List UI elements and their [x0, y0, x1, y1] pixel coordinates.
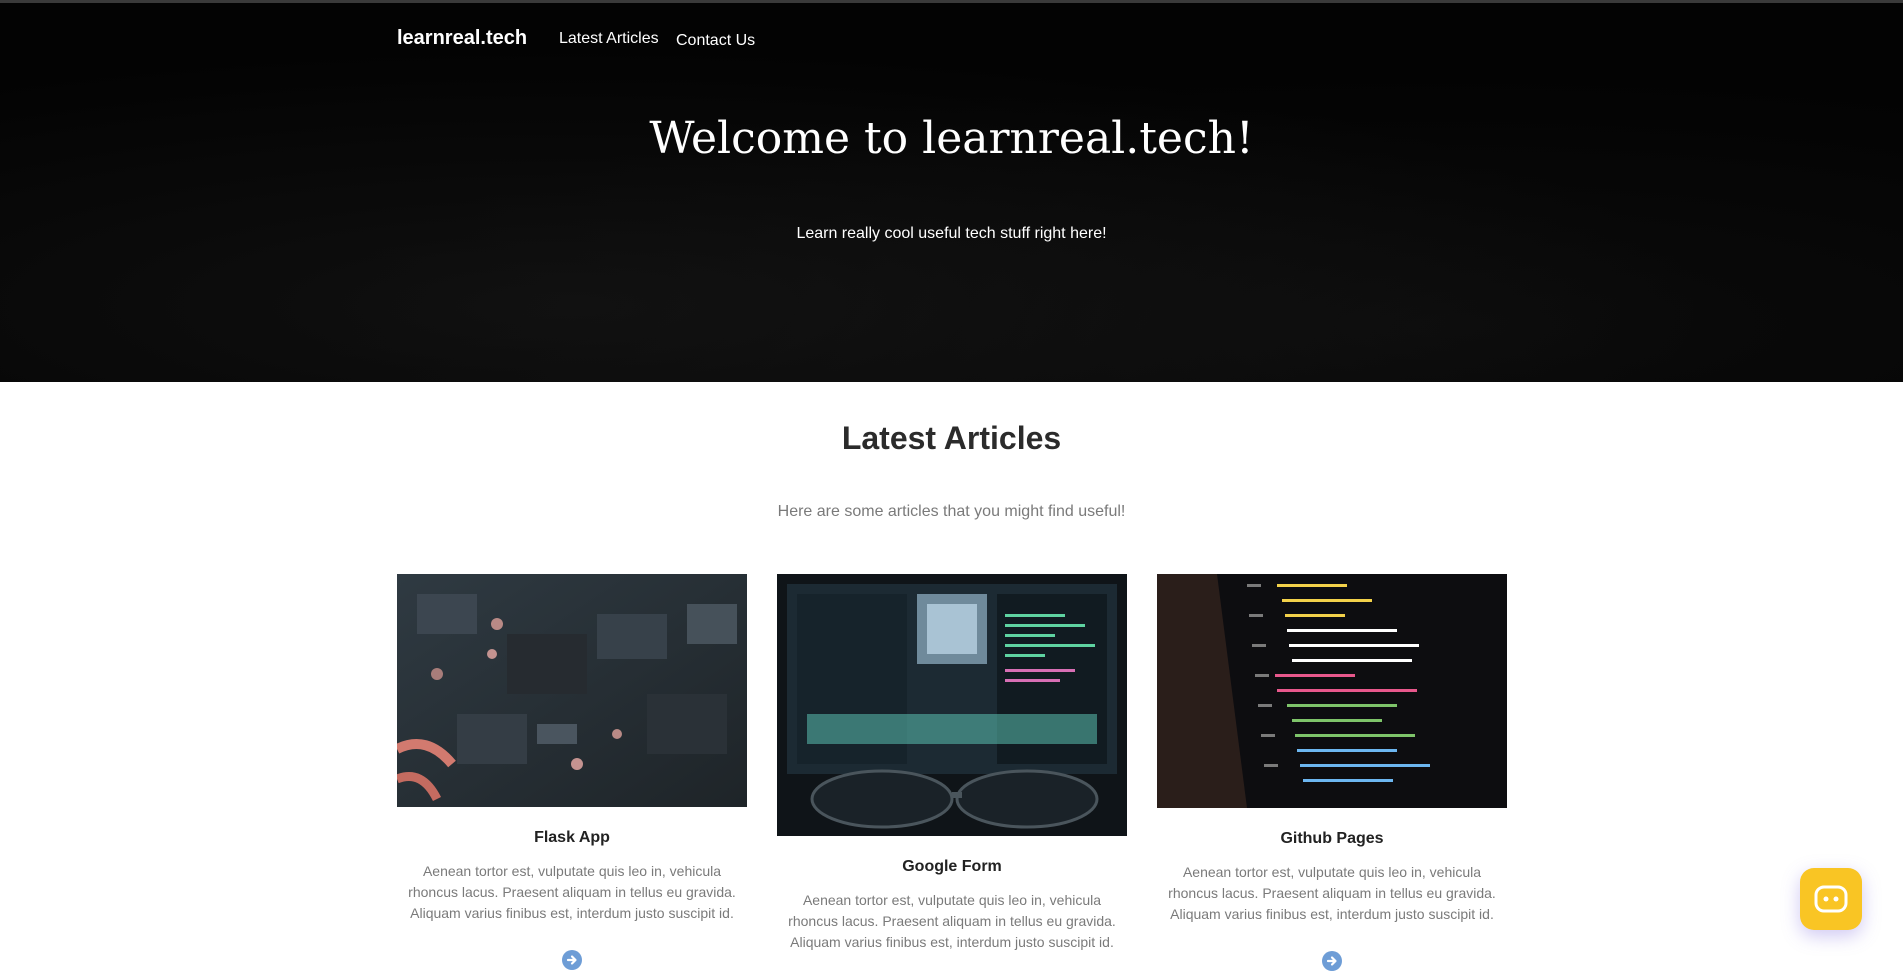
monitor-with-glasses-image[interactable] [777, 574, 1127, 836]
section-subtitle: Here are some articles that you might fi… [777, 503, 1126, 520]
chat-widget-button[interactable] [1800, 868, 1862, 930]
card-text: Aenean tortor est, vulputate quis leo in… [408, 863, 736, 921]
article-card-google-form: Google Form Aenean tortor est, vulputate… [777, 574, 1127, 953]
hero-subtitle: Learn really cool useful tech stuff righ… [796, 225, 1107, 242]
arrow-circle-right-icon[interactable] [562, 950, 582, 970]
circuit-board-image[interactable] [397, 574, 747, 807]
code-on-screen-image[interactable] [1157, 574, 1507, 808]
hero-banner: learnreal.tech Latest Articles Contact U… [0, 3, 1903, 382]
article-card-github-pages: Github Pages Aenean tortor est, vulputat… [1157, 574, 1507, 976]
card-title[interactable]: Google Form [777, 858, 1127, 876]
card-title[interactable]: Github Pages [1157, 830, 1507, 848]
nav-link-latest-articles[interactable]: Latest Articles [559, 30, 659, 48]
brand-logo-link[interactable]: learnreal.tech [397, 27, 527, 50]
chat-bot-icon [1814, 885, 1848, 913]
card-text: Aenean tortor est, vulputate quis leo in… [788, 892, 1116, 950]
section-title: Latest Articles [841, 420, 1062, 456]
hero-title: Welcome to learnreal.tech! [649, 113, 1254, 164]
card-text: Aenean tortor est, vulputate quis leo in… [1168, 864, 1496, 922]
nav-link-contact-us[interactable]: Contact Us [676, 32, 755, 50]
article-card-flask-app: Flask App Aenean tortor est, vulputate q… [397, 574, 747, 975]
arrow-circle-right-icon[interactable] [1322, 951, 1342, 971]
card-title[interactable]: Flask App [397, 829, 747, 847]
